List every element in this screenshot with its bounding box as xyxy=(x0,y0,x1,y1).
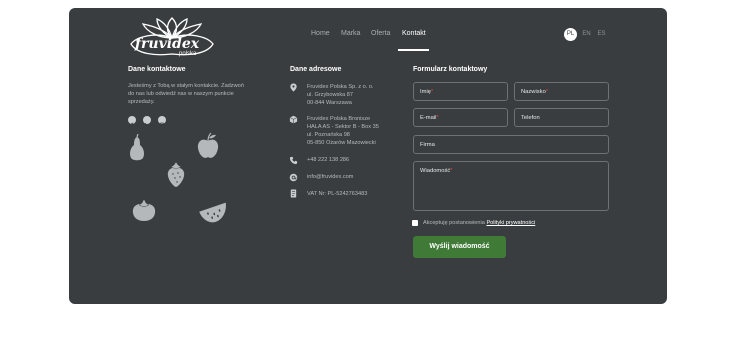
lang-es[interactable]: ES xyxy=(595,28,608,41)
phone-field[interactable]: Telefon xyxy=(514,108,609,127)
email-at-icon xyxy=(289,173,298,182)
nav-item-home[interactable]: Home xyxy=(311,30,330,37)
last-name-field[interactable]: Nazwisko* xyxy=(514,82,609,101)
lang-pl[interactable]: PL xyxy=(564,28,577,41)
nav-active-underline xyxy=(398,49,429,51)
office-address: Fruvidex Polska Sp. z o. o. ul. Grzybows… xyxy=(307,84,374,106)
privacy-policy-link[interactable]: Polityki prywatności xyxy=(486,220,535,226)
logo-subtext: polska xyxy=(179,51,197,57)
phone-number[interactable]: +48 222 138 286 xyxy=(307,156,349,164)
lang-en[interactable]: EN xyxy=(580,28,593,41)
warehouse-address: Fruvidex Polska Bronisze HALA AS - Sekto… xyxy=(307,116,379,146)
apple-icon xyxy=(197,132,219,158)
nav-item-kontakt[interactable]: Kontakt xyxy=(402,30,426,37)
main-nav: Home Marka Oferta Kontakt xyxy=(69,30,667,51)
consent-checkbox[interactable] xyxy=(412,220,418,226)
phone-icon xyxy=(289,156,298,165)
email-address[interactable]: info@fruvidex.com xyxy=(307,173,353,181)
address-heading: Dane adresowe xyxy=(290,66,342,73)
nav-item-marka[interactable]: Marka xyxy=(341,30,360,37)
tomato-icon xyxy=(132,198,156,221)
contact-heading: Dane kontaktowe xyxy=(128,66,186,73)
nav-item-oferta[interactable]: Oferta xyxy=(371,30,390,37)
company-field[interactable]: Firma xyxy=(413,135,609,154)
strawberry-icon xyxy=(167,162,185,187)
pear-icon xyxy=(130,134,144,161)
submit-button[interactable]: Wyślij wiadomość xyxy=(413,236,506,258)
contact-intro: Jesteśmy z Tobą w stałym kontakcie. Zadz… xyxy=(128,83,244,105)
facebook-icon[interactable] xyxy=(128,116,136,128)
first-name-field[interactable]: Imię* xyxy=(413,82,508,101)
location-pin-icon xyxy=(290,83,297,92)
watermelon-icon xyxy=(199,202,226,223)
vat-number: VAT Nr: PL-5242763483 xyxy=(307,191,368,197)
footer-panel: fruvidex polska Home Marka Oferta Kontak… xyxy=(69,8,667,304)
instagram-icon[interactable] xyxy=(158,116,166,128)
consent-text: Akceptuję postanowienia Polityki prywatn… xyxy=(423,220,536,226)
email-field[interactable]: E-mail* xyxy=(413,108,508,127)
form-heading: Formularz kontaktowy xyxy=(413,66,488,73)
warehouse-box-icon xyxy=(289,115,298,124)
message-textarea[interactable]: Wiadomość* xyxy=(413,161,609,211)
linkedin-icon[interactable] xyxy=(143,116,151,127)
document-icon xyxy=(290,189,297,198)
